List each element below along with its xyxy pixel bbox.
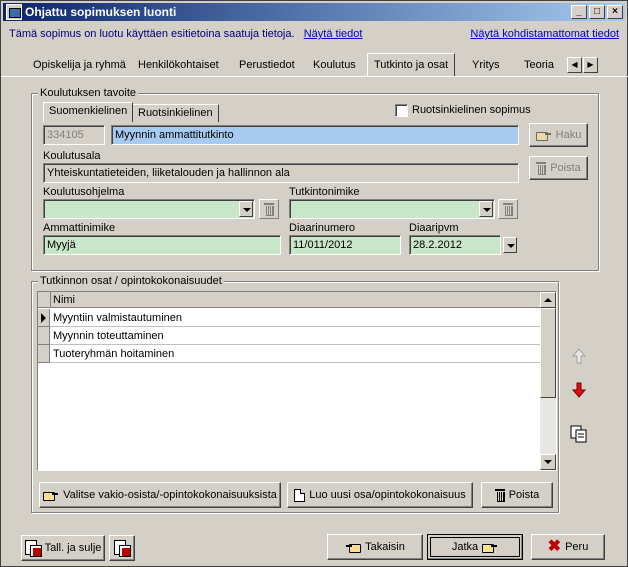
copy-button[interactable] [569, 423, 589, 445]
next-button[interactable]: Jatka [427, 534, 523, 560]
row-name-cell[interactable]: Myynnin toteuttaminen [51, 327, 166, 345]
tab-company[interactable]: Yritys [466, 56, 506, 76]
subtab-swedish[interactable]: Ruotsinkielinen [132, 104, 219, 122]
info-message: Tämä sopimus on luotu käyttäen esitietoi… [9, 28, 362, 40]
training-goal-legend: Koulutuksen tavoite [38, 87, 139, 99]
journal-date-label: Diaaripvm [409, 222, 459, 234]
programme-select[interactable] [43, 199, 255, 219]
save-button[interactable] [109, 535, 135, 561]
row-indicator [38, 327, 50, 345]
new-document-icon [294, 488, 306, 502]
move-up-button[interactable] [569, 345, 589, 367]
tab-qualification-parts[interactable]: Tutkinto ja osat [367, 53, 456, 76]
tab-personal[interactable]: Henkilökohtaiset [132, 56, 225, 76]
occupation-label: Ammattinimike [43, 222, 116, 234]
move-down-button[interactable] [569, 379, 589, 401]
journal-date-picker-icon[interactable] [503, 237, 517, 253]
pointing-hand-left-icon [345, 541, 361, 553]
arrow-down-icon [572, 382, 586, 398]
qualification-parts-legend: Tutkinnon osat / opintokokonaisuudet [38, 275, 224, 287]
create-new-part-button[interactable]: Luo uusi osa/opintokokonaisuus [287, 482, 473, 508]
tab-basic-info[interactable]: Perustiedot [233, 56, 301, 76]
save-and-close-label: Tall. ja sulje [44, 542, 102, 554]
cancel-button[interactable]: ✖ Peru [531, 534, 605, 560]
tab-student-group[interactable]: Opiskelija ja ryhmä [27, 56, 132, 76]
main-tabs: Opiskelija ja ryhmä Henkilökohtaiset Per… [1, 53, 628, 77]
remove-qualification-label: Poista [550, 162, 581, 174]
subtab-finnish[interactable]: Suomenkielinen [43, 102, 134, 122]
qualification-name-field[interactable]: Myynnin ammattitutkinto [111, 125, 519, 145]
programme-label: Koulutusohjelma [43, 186, 125, 198]
show-unmatched-link[interactable]: Näytä kohdistamattomat tiedot [470, 28, 619, 40]
field-of-study-label: Koulutusala [43, 150, 101, 162]
show-details-link[interactable]: Näytä tiedot [304, 28, 363, 40]
app-icon [6, 4, 22, 20]
row-name-cell[interactable]: Tuoteryhmän hoitaminen [51, 345, 176, 363]
tab-training[interactable]: Koulutus [307, 56, 362, 76]
wizard-window: Ohjattu sopimuksen luonti _ □ × Tämä sop… [0, 0, 628, 567]
journal-number-label: Diaarinumero [289, 222, 356, 234]
programme-dropdown-icon[interactable] [239, 201, 253, 217]
swedish-contract-label: Ruotsinkielinen sopimus [412, 104, 531, 116]
scroll-down-icon[interactable] [540, 454, 556, 470]
select-standard-parts-button[interactable]: Valitse vakio-osista/-opintokokonaisuuks… [39, 482, 281, 508]
swedish-contract-checkbox[interactable] [395, 104, 408, 117]
back-button[interactable]: Takaisin [327, 534, 423, 560]
degree-title-select[interactable] [289, 199, 495, 219]
table-row[interactable]: Myyntiin valmistautuminen [38, 309, 542, 327]
close-button[interactable]: × [607, 5, 623, 19]
trash-icon [536, 162, 547, 175]
scroll-thumb[interactable] [540, 308, 556, 398]
grid-header: Nimi [38, 292, 542, 308]
save-and-close-button[interactable]: Tall. ja sulje [21, 535, 105, 561]
column-header-name[interactable]: Nimi [50, 292, 542, 308]
degree-title-dropdown-icon[interactable] [479, 201, 493, 217]
parts-grid: Nimi Myyntiin valmistautuminen Myynnin t… [37, 291, 557, 471]
scroll-up-icon[interactable] [540, 292, 556, 308]
search-button[interactable]: Haku [529, 123, 588, 147]
save-icon [114, 540, 131, 557]
current-row-indicator-icon [38, 309, 50, 327]
trash-icon [503, 203, 513, 216]
pointing-hand-icon [535, 129, 552, 141]
pointing-hand-icon [43, 489, 59, 501]
copy-icon [570, 425, 587, 443]
occupation-field[interactable]: Myyjä [43, 235, 281, 255]
row-indicator [38, 345, 50, 363]
table-row[interactable]: Tuoteryhmän hoitaminen [38, 345, 542, 363]
tab-theory[interactable]: Teoria [518, 56, 560, 76]
tab-scroll-left-icon[interactable]: ◀ [567, 57, 582, 73]
cancel-button-label: Peru [565, 541, 589, 553]
tab-scroll-right-icon[interactable]: ▶ [583, 57, 598, 73]
trash-icon [494, 489, 505, 502]
clear-degree-title-button[interactable] [498, 199, 518, 219]
back-button-label: Takaisin [365, 541, 405, 553]
pointing-hand-icon [482, 541, 498, 553]
qualification-code-field[interactable]: 334105 [43, 125, 105, 145]
journal-date-field[interactable]: 28.2.2012 [409, 235, 501, 255]
title-bar: Ohjattu sopimuksen luonti _ □ × [3, 3, 625, 21]
clear-programme-button[interactable] [259, 199, 279, 219]
trash-icon [264, 203, 274, 216]
grid-scrollbar[interactable] [540, 292, 556, 470]
minimize-button[interactable]: _ [571, 5, 587, 19]
select-standard-parts-label: Valitse vakio-osista/-opintokokonaisuuks… [63, 489, 277, 501]
degree-title-label: Tutkintonimike [289, 186, 360, 198]
remove-part-button[interactable]: Poista [481, 482, 553, 508]
row-name-cell[interactable]: Myyntiin valmistautuminen [51, 309, 184, 327]
maximize-button[interactable]: □ [589, 5, 605, 19]
info-text: Tämä sopimus on luotu käyttäen esitietoi… [9, 28, 295, 40]
close-icon: ✖ [547, 538, 562, 555]
remove-part-label: Poista [508, 489, 540, 501]
search-button-label: Haku [555, 129, 582, 141]
save-icon [24, 540, 42, 557]
window-title: Ohjattu sopimuksen luonti [25, 5, 177, 19]
field-of-study-field: Yhteiskuntatieteiden, liiketalouden ja h… [43, 163, 519, 183]
arrow-up-icon [572, 348, 586, 364]
next-button-label: Jatka [451, 541, 479, 553]
table-row[interactable]: Myynnin toteuttaminen [38, 327, 542, 345]
create-new-part-label: Luo uusi osa/opintokokonaisuus [309, 489, 466, 501]
remove-qualification-button[interactable]: Poista [529, 156, 588, 180]
journal-number-field[interactable]: 11/011/2012 [289, 235, 401, 255]
